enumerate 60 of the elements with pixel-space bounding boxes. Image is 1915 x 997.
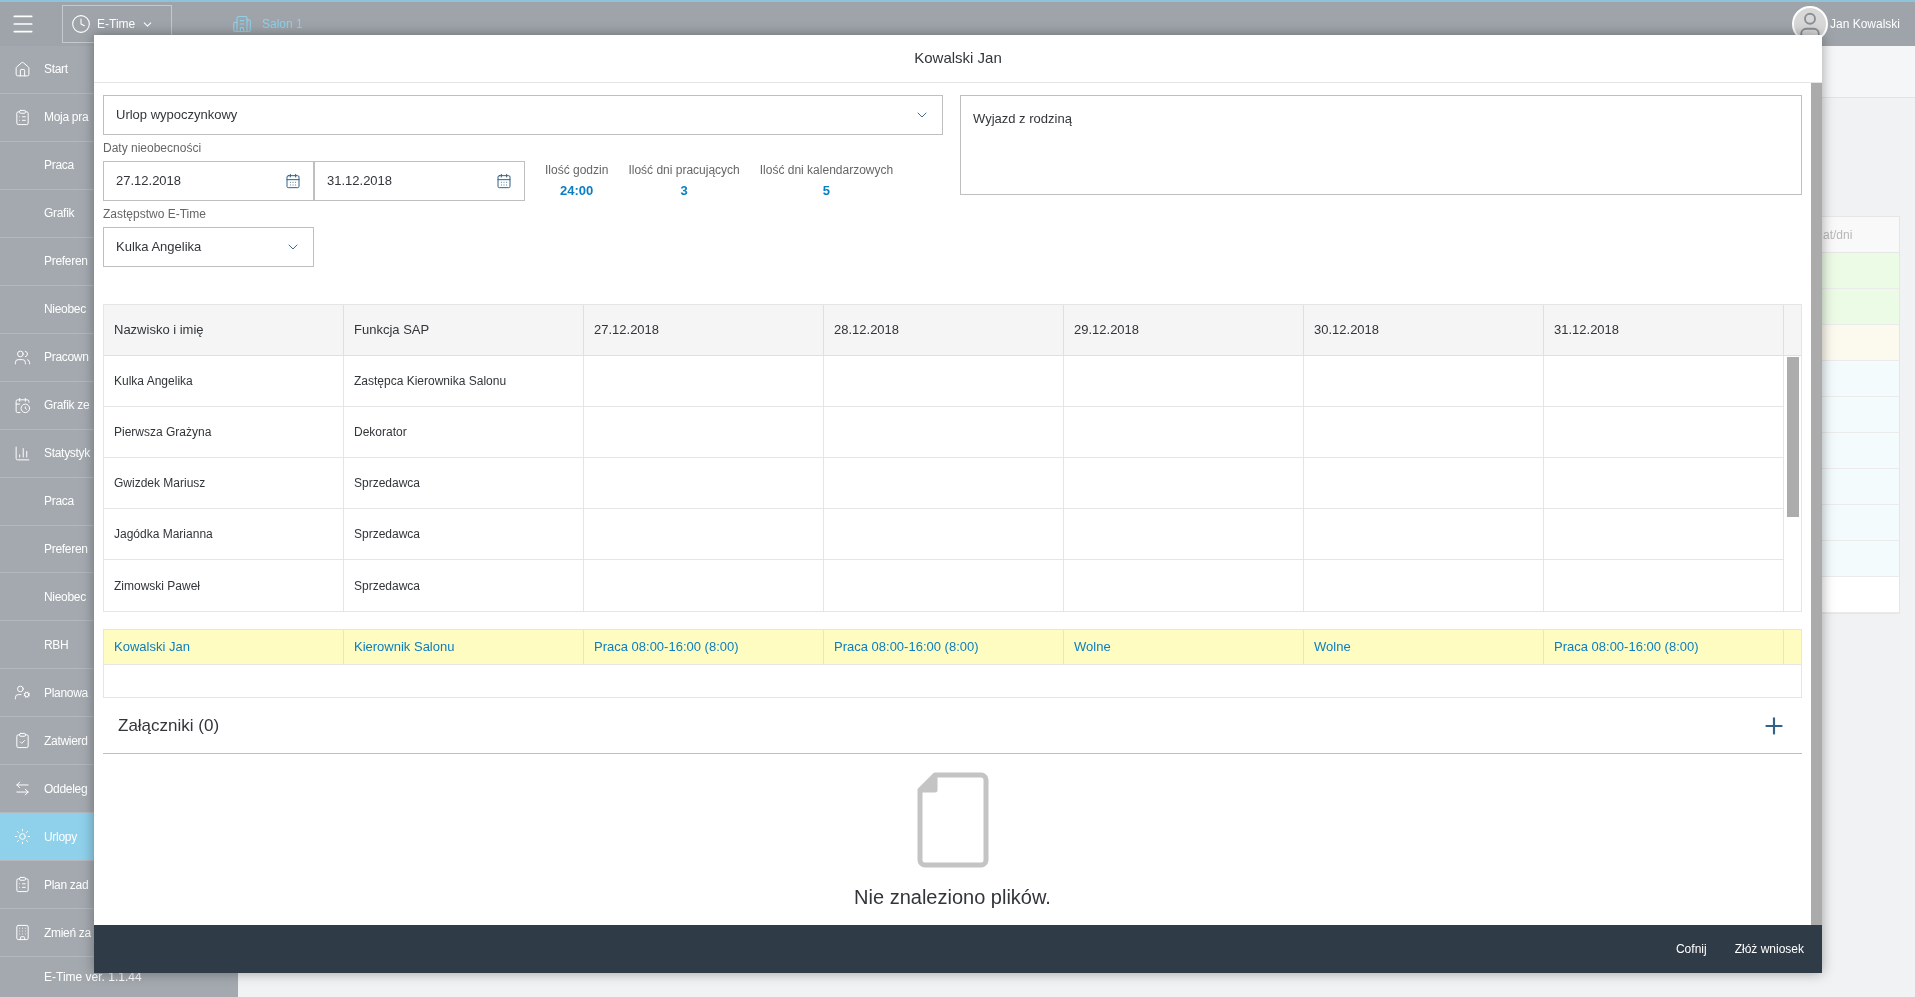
home-icon — [13, 60, 31, 78]
column-header: Nazwisko i imię — [114, 321, 204, 340]
table-cell-text: Dekorator — [354, 424, 407, 441]
absence-type-dropdown[interactable]: Urlop wypoczynkowy — [103, 95, 943, 135]
table-cell-text: Wolne — [1074, 638, 1111, 657]
building-icon — [232, 14, 252, 34]
clipboard-icon — [13, 876, 31, 894]
clipboard-check-icon — [13, 732, 31, 750]
column-header: 27.12.2018 — [594, 321, 660, 340]
document-icon — [916, 772, 989, 868]
calendar-icon — [285, 173, 301, 189]
stat-value: 5 — [822, 182, 831, 200]
column-header: 29.12.2018 — [1074, 321, 1140, 340]
footer-button[interactable]: Cofnij — [1665, 933, 1717, 965]
scrollbar[interactable] — [1811, 83, 1822, 925]
clock-icon — [71, 14, 91, 34]
building-icon — [13, 924, 31, 942]
clipboard-icon — [13, 108, 31, 126]
table-cell-text: Wolne — [1314, 638, 1351, 657]
table-cell-text: Kulka Angelika — [114, 373, 193, 390]
calendar-icon — [496, 173, 512, 189]
empty-message: Nie znaleziono plików. — [854, 885, 1051, 910]
table-cell-text: Praca 08:00-16:00 (8:00) — [594, 638, 739, 657]
date-field[interactable]: 31.12.2018 — [314, 161, 525, 201]
stat-label: Ilość dni kalendarzowych — [759, 162, 894, 179]
table-cell-text: Zastępca Kierownika Salonu — [354, 373, 507, 390]
table-cell-text: Gwizdek Mariusz — [114, 475, 206, 492]
substitute-dropdown[interactable]: Kulka Angelika — [103, 227, 314, 267]
field-label: Zastępstwo E-Time — [103, 206, 207, 223]
date-field[interactable]: 27.12.2018 — [103, 161, 314, 201]
comment-field[interactable]: Wyjazd z rodziną — [960, 95, 1802, 195]
table-cell-text: Kowalski Jan — [114, 638, 190, 657]
table-cell-text: Jagódka Marianna — [114, 526, 213, 543]
table-cell-text: Zimowski Paweł — [114, 577, 200, 595]
table-cell-text: Pierwsza Grażyna — [114, 424, 212, 441]
column-header: Funkcja SAP — [354, 321, 430, 340]
table-cell-text: Praca 08:00-16:00 (8:00) — [1554, 638, 1699, 657]
sun-icon — [13, 828, 31, 846]
stat-value: 3 — [680, 182, 688, 200]
stat-label: Ilość godzin — [545, 162, 609, 179]
attachments-title: Załączniki (0) — [118, 714, 220, 737]
field-label: Daty nieobecności — [103, 140, 203, 157]
table-cell-text: Sprzedawca — [354, 475, 421, 492]
bar-chart-icon — [13, 444, 31, 462]
dialog-title: Kowalski Jan — [914, 48, 1002, 69]
calendar-clock-icon — [13, 396, 31, 414]
stat-value: 24:00 — [560, 182, 594, 200]
footer-button[interactable]: Złóż wniosek — [1724, 933, 1814, 965]
column-header: 28.12.2018 — [834, 321, 900, 340]
column-header: 31.12.2018 — [1554, 321, 1620, 340]
table-cell-text: Sprzedawca — [354, 577, 421, 595]
table-cell-text: Sprzedawca — [354, 526, 421, 543]
stat-label: Ilość dni pracujących — [628, 162, 740, 179]
column-header: 30.12.2018 — [1314, 321, 1380, 340]
arrows-icon — [13, 780, 31, 798]
table-cell-text: Kierownik Salonu — [354, 638, 455, 657]
person-gear-icon — [13, 684, 31, 702]
column-header: at/dni — [1823, 226, 1853, 244]
table-cell-text: Praca 08:00-16:00 (8:00) — [834, 638, 979, 657]
people-icon — [13, 348, 31, 366]
